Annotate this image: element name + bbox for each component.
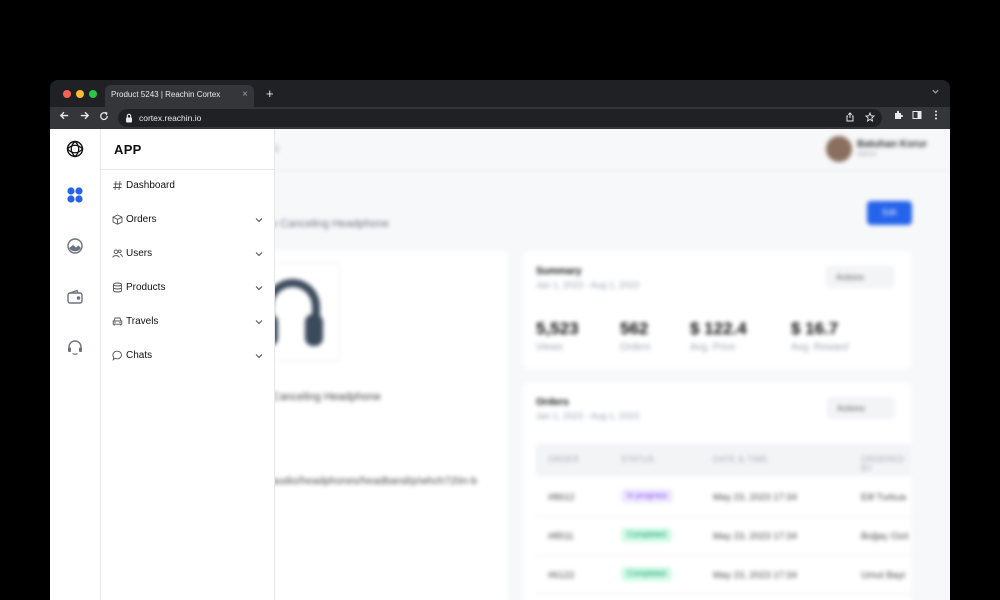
tab-search-icon[interactable] bbox=[931, 87, 940, 99]
hash-icon bbox=[113, 180, 122, 191]
order-date: May 23, 2023 17:34 bbox=[713, 492, 797, 503]
table-row[interactable]: #6122 Completed May 23, 2023 17:34 Umut … bbox=[536, 556, 911, 595]
stat-label: Orders bbox=[620, 342, 651, 353]
orders-actions-button[interactable]: Actions bbox=[827, 397, 895, 419]
nav-item-users[interactable]: Users bbox=[101, 243, 275, 267]
column-header[interactable]: DATE & TIME bbox=[713, 455, 768, 464]
maximize-window-button[interactable] bbox=[89, 90, 97, 98]
lock-icon bbox=[126, 113, 132, 123]
tab-strip: Product 5243 | Reachin Cortex × + bbox=[50, 80, 950, 107]
status-badge: Completed bbox=[621, 528, 672, 542]
nav-item-orders[interactable]: Orders bbox=[101, 209, 275, 233]
side-navigation: APP Dashboard Orders Users Products Trav… bbox=[101, 129, 275, 600]
table-row[interactable]: #8511 Completed May 23, 2023 17:34 Boğaç… bbox=[536, 517, 911, 556]
tab-close-icon[interactable]: × bbox=[242, 88, 248, 102]
headphone-right-cup bbox=[305, 314, 323, 346]
app-title: APP bbox=[114, 142, 142, 157]
product-name: Canceling Headphone bbox=[272, 391, 381, 403]
user-role: Admin bbox=[857, 151, 877, 158]
close-window-button[interactable] bbox=[63, 90, 71, 98]
nav-label: Products bbox=[126, 282, 166, 293]
nav-item-travels[interactable]: Travels bbox=[101, 311, 275, 335]
page-viewport: 43 Batuhan Korur Admin e Canceling Headp… bbox=[50, 129, 950, 600]
minimize-window-button[interactable] bbox=[76, 90, 84, 98]
chevron-down-icon[interactable] bbox=[254, 283, 264, 293]
order-date: May 23, 2023 17:34 bbox=[713, 570, 797, 581]
stat-label: Views bbox=[536, 342, 563, 353]
stat-value: $ 16.7 bbox=[791, 319, 839, 338]
logo-icon[interactable] bbox=[66, 140, 84, 158]
summary-title: Summary bbox=[536, 266, 582, 277]
extensions-icon[interactable] bbox=[891, 110, 905, 126]
users-icon bbox=[112, 249, 123, 258]
page-subtitle: e Canceling Headphone bbox=[271, 218, 390, 230]
order-id: #8612 bbox=[548, 492, 575, 503]
product-url[interactable]: audio/headphones/headband/p/whch720n-b bbox=[272, 475, 477, 487]
column-header[interactable]: STATUS bbox=[621, 455, 654, 464]
chevron-down-icon[interactable] bbox=[254, 351, 264, 361]
nav-label: Users bbox=[126, 248, 153, 259]
column-header[interactable]: ORDER bbox=[548, 455, 579, 464]
support-icon[interactable] bbox=[66, 338, 84, 356]
order-date: May 23, 2023 17:34 bbox=[713, 531, 797, 542]
avatar[interactable] bbox=[826, 136, 852, 162]
status-badge: In progress bbox=[621, 489, 674, 503]
ordered-by: Elif Turkua bbox=[861, 492, 906, 503]
forward-icon[interactable] bbox=[76, 109, 92, 127]
database-icon bbox=[113, 282, 122, 293]
nav-label: Dashboard bbox=[126, 180, 175, 191]
edit-button[interactable]: Edit bbox=[867, 201, 912, 225]
side-panel-icon[interactable] bbox=[910, 110, 924, 126]
address-bar[interactable]: cortex.reachin.io bbox=[118, 109, 882, 127]
apps-icon[interactable] bbox=[66, 186, 84, 204]
new-tab-button[interactable]: + bbox=[266, 87, 274, 101]
icon-rail bbox=[50, 129, 101, 600]
orders-date-range: Jan 1, 2023 - Aug 1, 2023 bbox=[536, 411, 640, 421]
order-id: #6122 bbox=[548, 570, 575, 581]
url-text: cortex.reachin.io bbox=[139, 113, 202, 123]
chevron-down-icon[interactable] bbox=[254, 249, 264, 259]
stat-value: 5,523 bbox=[536, 319, 579, 338]
browser-tab[interactable]: Product 5243 | Reachin Cortex × bbox=[105, 85, 254, 107]
reload-icon[interactable] bbox=[96, 109, 112, 127]
car-icon bbox=[112, 317, 123, 326]
nav-item-products[interactable]: Products bbox=[101, 277, 275, 301]
browser-toolbar: cortex.reachin.io bbox=[50, 107, 950, 129]
stat-label: Avg. Price bbox=[690, 342, 736, 353]
orders-title: Orders bbox=[536, 397, 569, 408]
user-name: Batuhan Korur bbox=[857, 139, 927, 150]
browser-window: Product 5243 | Reachin Cortex × + cortex… bbox=[50, 80, 950, 600]
chat-icon bbox=[112, 350, 122, 361]
order-id: #8511 bbox=[548, 531, 574, 542]
summary-date-range: Jan 1, 2023 - Aug 1, 2023 bbox=[536, 280, 640, 290]
bookmark-star-icon[interactable] bbox=[864, 111, 876, 124]
chevron-down-icon[interactable] bbox=[254, 317, 264, 327]
stat-label: Avg. Reward bbox=[791, 342, 849, 353]
nav-label: Travels bbox=[126, 316, 159, 327]
nav-label: Orders bbox=[126, 214, 157, 225]
table-row[interactable]: #8612 In progress May 23, 2023 17:34 Eli… bbox=[536, 478, 911, 517]
column-header[interactable]: ORDERED BY bbox=[861, 455, 911, 473]
stat-value: 562 bbox=[620, 319, 649, 338]
nav-label: Chats bbox=[126, 350, 153, 361]
share-icon[interactable] bbox=[844, 112, 856, 124]
nav-item-chats[interactable]: Chats bbox=[101, 345, 275, 369]
back-icon[interactable] bbox=[56, 109, 72, 127]
nav-item-dashboard[interactable]: Dashboard bbox=[101, 175, 275, 199]
tab-title: Product 5243 | Reachin Cortex bbox=[111, 90, 221, 99]
ordered-by: Umut Bayr bbox=[861, 570, 906, 581]
status-badge: Completed bbox=[621, 567, 672, 581]
stat-value: $ 122.4 bbox=[690, 319, 747, 338]
sidenav-header: APP bbox=[101, 129, 275, 170]
chevron-down-icon[interactable] bbox=[254, 215, 264, 225]
orders-table-header: ORDER STATUS DATE & TIME ORDERED BY bbox=[536, 444, 911, 476]
browser-menu-icon[interactable] bbox=[929, 110, 943, 126]
ordered-by: Boğaç Ozd bbox=[861, 531, 908, 542]
box-icon bbox=[112, 214, 123, 225]
wallet-icon[interactable] bbox=[66, 288, 84, 306]
summary-actions-button[interactable]: Actions bbox=[826, 266, 894, 288]
landscape-icon[interactable] bbox=[66, 237, 84, 255]
